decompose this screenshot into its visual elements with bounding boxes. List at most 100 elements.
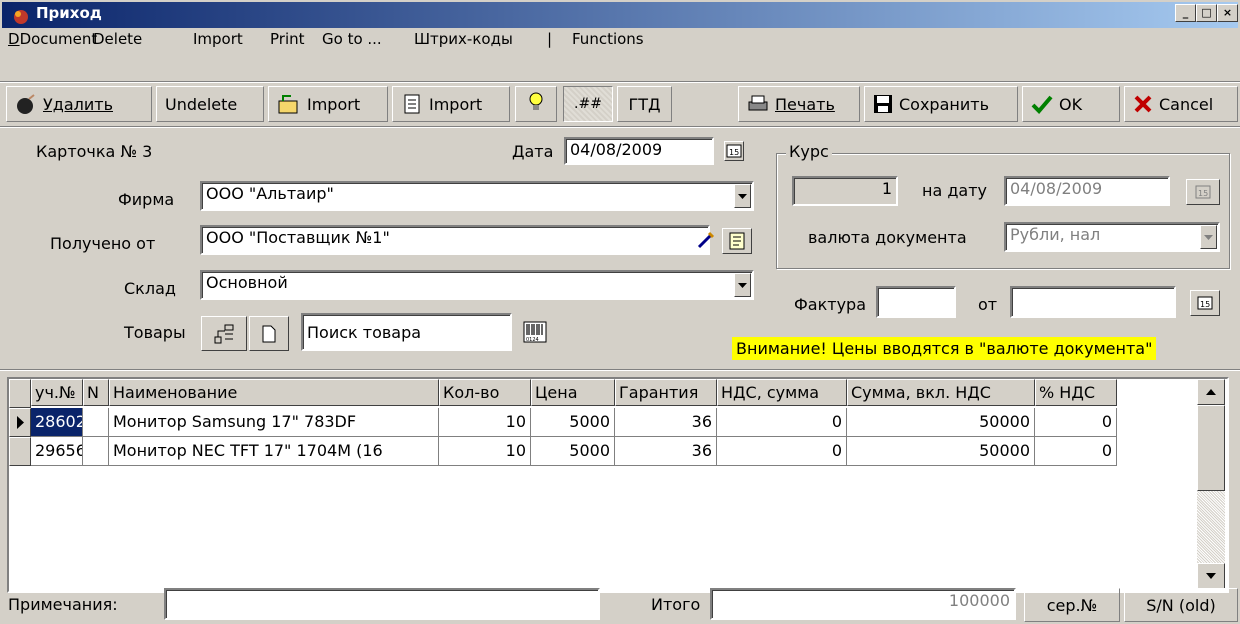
col-header-name[interactable]: Наименование bbox=[109, 379, 439, 406]
close-button[interactable]: × bbox=[1217, 4, 1238, 22]
import-button-2[interactable]: Import bbox=[392, 86, 510, 122]
row-indicator[interactable] bbox=[9, 437, 31, 466]
import-folder-icon bbox=[277, 93, 301, 115]
rate-group-label: Курс bbox=[786, 142, 832, 161]
col-header-vat-sum[interactable]: НДС, сумма bbox=[717, 379, 847, 406]
undelete-label: Undelete bbox=[165, 94, 238, 114]
warehouse-select[interactable]: Основной bbox=[200, 270, 754, 300]
table-cell[interactable]: 0 bbox=[717, 437, 847, 466]
table-cell[interactable]: Монитор NEC TFT 17" 1704M (16 bbox=[109, 437, 439, 466]
row-indicator[interactable] bbox=[9, 408, 31, 437]
date-label: Дата bbox=[512, 142, 554, 161]
pencil-icon[interactable] bbox=[694, 228, 717, 252]
table-cell[interactable]: 28602 bbox=[31, 408, 83, 437]
table-cell[interactable]: Монитор Samsung 17" 783DF bbox=[109, 408, 439, 437]
warning-banner: Внимание! Цены вводятся в "валюте докуме… bbox=[732, 337, 1157, 360]
x-icon bbox=[1133, 94, 1153, 114]
menu-import[interactable]: Import bbox=[193, 30, 243, 52]
menu-separator: | bbox=[547, 30, 553, 48]
scroll-up-icon[interactable] bbox=[1197, 379, 1225, 405]
search-input[interactable]: Поиск товара bbox=[301, 313, 512, 351]
hash-button[interactable]: .## bbox=[563, 86, 613, 122]
menu-document-label: Document bbox=[19, 30, 98, 48]
firm-label: Фирма bbox=[118, 190, 175, 209]
col-header-uch-no[interactable]: уч.№ bbox=[31, 379, 83, 406]
svg-text:15: 15 bbox=[1200, 300, 1210, 309]
table-cell[interactable]: 36 bbox=[615, 437, 717, 466]
ok-button[interactable]: OK bbox=[1022, 86, 1120, 122]
on-date-label: на дату bbox=[922, 181, 988, 200]
table-cell[interactable]: 10 bbox=[439, 437, 531, 466]
checkmark-icon bbox=[1031, 94, 1053, 114]
table-cell[interactable]: 0 bbox=[717, 408, 847, 437]
cancel-label: Cancel bbox=[1159, 94, 1214, 114]
col-header-price[interactable]: Цена bbox=[531, 379, 615, 406]
table-cell[interactable]: 5000 bbox=[531, 437, 615, 466]
save-button[interactable]: Сохранить bbox=[864, 86, 1018, 122]
table-cell[interactable]: 10 bbox=[439, 408, 531, 437]
calendar-icon-disabled: 15 bbox=[1186, 179, 1220, 205]
table-cell[interactable] bbox=[83, 408, 109, 437]
window-title: Приход bbox=[36, 4, 102, 22]
new-document-icon[interactable] bbox=[249, 316, 289, 351]
invoice-date-field[interactable] bbox=[1010, 286, 1176, 318]
menu-delete[interactable]: Delete bbox=[93, 30, 142, 52]
undelete-button[interactable]: Undelete bbox=[156, 86, 264, 122]
svg-text:0124: 0124 bbox=[526, 337, 539, 343]
table-cell[interactable]: 29656 bbox=[31, 437, 83, 466]
chevron-down-icon[interactable] bbox=[734, 184, 751, 208]
received-field[interactable]: ООО "Поставщик №1" bbox=[200, 225, 710, 255]
gtd-button[interactable]: ГТД bbox=[617, 86, 672, 122]
table-cell[interactable]: 50000 bbox=[847, 408, 1035, 437]
barcode-icon[interactable]: 0124 bbox=[516, 316, 554, 348]
maximize-button[interactable]: □ bbox=[1196, 4, 1217, 22]
serial-button[interactable]: сер.№ bbox=[1024, 588, 1120, 622]
minimize-button[interactable]: _ bbox=[1175, 4, 1196, 22]
menu-goto[interactable]: Go to ... bbox=[322, 30, 382, 52]
table-cell[interactable]: 36 bbox=[615, 408, 717, 437]
table-cell[interactable]: 0 bbox=[1035, 437, 1117, 466]
col-header-sum-vat[interactable]: Сумма, вкл. НДС bbox=[847, 379, 1035, 406]
printer-icon bbox=[747, 94, 769, 114]
scroll-thumb[interactable] bbox=[1197, 405, 1225, 491]
menu-barcodes[interactable]: Штрих-коды bbox=[414, 30, 513, 52]
title-bar[interactable] bbox=[2, 2, 1238, 28]
table-cell[interactable]: 5000 bbox=[531, 408, 615, 437]
on-date-field: 04/08/2009 bbox=[1004, 176, 1170, 206]
col-header-qty[interactable]: Кол-во bbox=[439, 379, 531, 406]
goods-label: Товары bbox=[124, 323, 186, 342]
calendar-icon[interactable]: 15 bbox=[724, 141, 744, 161]
scroll-down-icon[interactable] bbox=[1197, 563, 1225, 589]
serial-label: сер.№ bbox=[1046, 595, 1098, 615]
invoice-number-field[interactable] bbox=[876, 286, 956, 318]
date-field[interactable]: 04/08/2009 bbox=[564, 137, 714, 165]
table-corner bbox=[9, 379, 31, 408]
lightbulb-button[interactable] bbox=[515, 86, 557, 122]
cancel-button[interactable]: Cancel bbox=[1124, 86, 1238, 122]
address-book-icon[interactable] bbox=[722, 228, 752, 254]
menu-document[interactable]: DDocument bbox=[8, 30, 97, 52]
app-icon bbox=[10, 7, 30, 25]
table-cell[interactable]: 0 bbox=[1035, 408, 1117, 437]
menu-functions[interactable]: Functions bbox=[572, 30, 644, 52]
firm-value: ООО "Альтаир" bbox=[206, 184, 334, 203]
import-button-1[interactable]: Import bbox=[268, 86, 388, 122]
tree-icon[interactable] bbox=[201, 316, 247, 351]
firm-select[interactable]: ООО "Альтаир" bbox=[200, 181, 754, 211]
table-cell[interactable]: 50000 bbox=[847, 437, 1035, 466]
currency-label: валюта документа bbox=[808, 228, 967, 247]
invoice-calendar-icon[interactable]: 15 bbox=[1190, 290, 1220, 316]
currency-select: Рубли, нал bbox=[1004, 222, 1220, 252]
menu-print[interactable]: Print bbox=[270, 30, 305, 52]
lightbulb-icon bbox=[527, 91, 545, 117]
import-label-1: Import bbox=[307, 94, 361, 114]
sn-old-button[interactable]: S/N (old) bbox=[1124, 588, 1238, 622]
col-header-n[interactable]: N bbox=[83, 379, 109, 406]
delete-button[interactable]: Удалить bbox=[6, 86, 152, 122]
col-header-vat-pct[interactable]: % НДС bbox=[1035, 379, 1117, 406]
table-cell[interactable] bbox=[83, 437, 109, 466]
notes-field[interactable] bbox=[164, 588, 600, 620]
chevron-down-icon[interactable] bbox=[734, 273, 751, 297]
col-header-warranty[interactable]: Гарантия bbox=[615, 379, 717, 406]
print-button[interactable]: Печать bbox=[738, 86, 860, 122]
